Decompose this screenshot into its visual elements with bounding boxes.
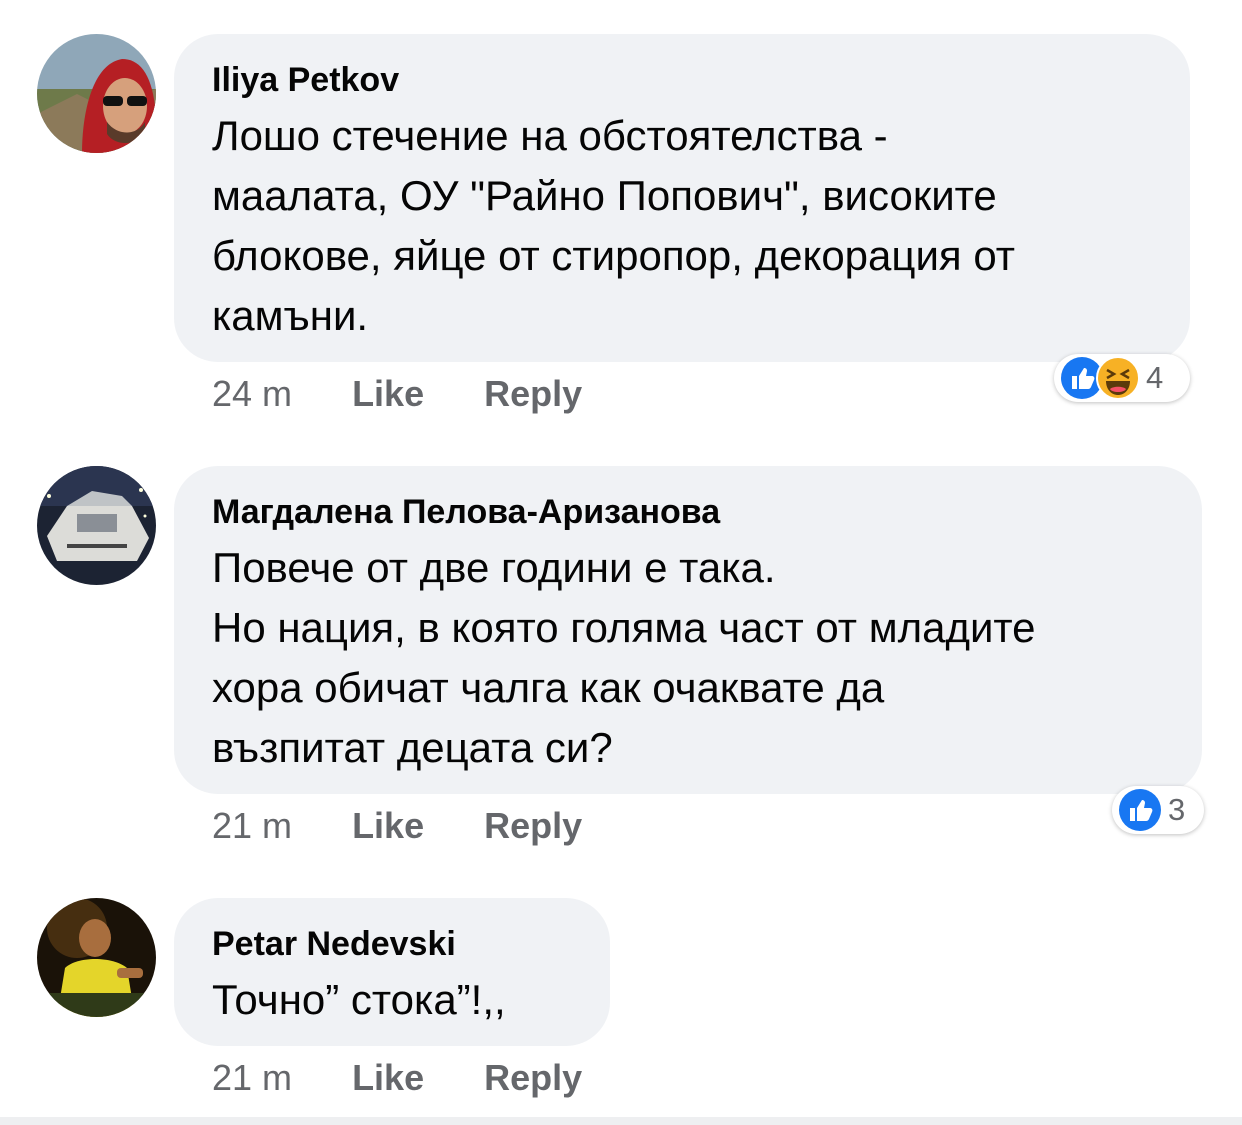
reaction-summary[interactable]: 3 bbox=[1112, 786, 1204, 834]
comment-bubble: Petar Nedevski Точно” стока”!,, bbox=[174, 898, 610, 1046]
avatar-photo bbox=[37, 34, 156, 153]
like-button[interactable]: Like bbox=[352, 372, 424, 416]
reply-button[interactable]: Reply bbox=[484, 372, 582, 416]
reaction-count: 3 bbox=[1168, 792, 1186, 827]
comment-text: Повече от две години е така. Но нация, в… bbox=[212, 544, 1036, 771]
comment-actions: 24 m Like Reply bbox=[212, 372, 582, 416]
reaction-count: 4 bbox=[1146, 360, 1164, 395]
comment-bubble: Iliya Petkov Лошо стечение на обстоятелс… bbox=[174, 34, 1190, 362]
like-button[interactable]: Like bbox=[352, 804, 424, 848]
avatar[interactable] bbox=[37, 34, 156, 153]
haha-icon bbox=[1096, 356, 1140, 400]
reply-button[interactable]: Reply bbox=[484, 804, 582, 848]
comment-timestamp[interactable]: 24 m bbox=[212, 372, 292, 416]
avatar[interactable] bbox=[37, 898, 156, 1017]
comment-text: Лошо стечение на обстоятелства - маалата… bbox=[212, 112, 1016, 339]
comment-bubble: Магдалена Пелова-Аризанова Повече от две… bbox=[174, 466, 1202, 794]
avatar-photo bbox=[37, 466, 156, 585]
comment-timestamp[interactable]: 21 m bbox=[212, 1056, 292, 1100]
reply-button[interactable]: Reply bbox=[484, 1056, 582, 1100]
avatar[interactable] bbox=[37, 466, 156, 585]
like-button[interactable]: Like bbox=[352, 1056, 424, 1100]
reaction-summary[interactable]: 4 bbox=[1054, 354, 1190, 402]
avatar-photo bbox=[37, 898, 156, 1017]
comment-author[interactable]: Iliya Petkov bbox=[212, 58, 1152, 102]
divider bbox=[0, 1117, 1242, 1125]
like-icon bbox=[1119, 789, 1161, 831]
comment-actions: 21 m Like Reply bbox=[212, 804, 582, 848]
comment-actions: 21 m Like Reply bbox=[212, 1056, 582, 1100]
comment-author[interactable]: Petar Nedevski bbox=[212, 922, 572, 966]
comment-timestamp[interactable]: 21 m bbox=[212, 804, 292, 848]
comment-author[interactable]: Магдалена Пелова-Аризанова bbox=[212, 490, 1164, 534]
comment-text: Точно” стока”!,, bbox=[212, 976, 506, 1023]
